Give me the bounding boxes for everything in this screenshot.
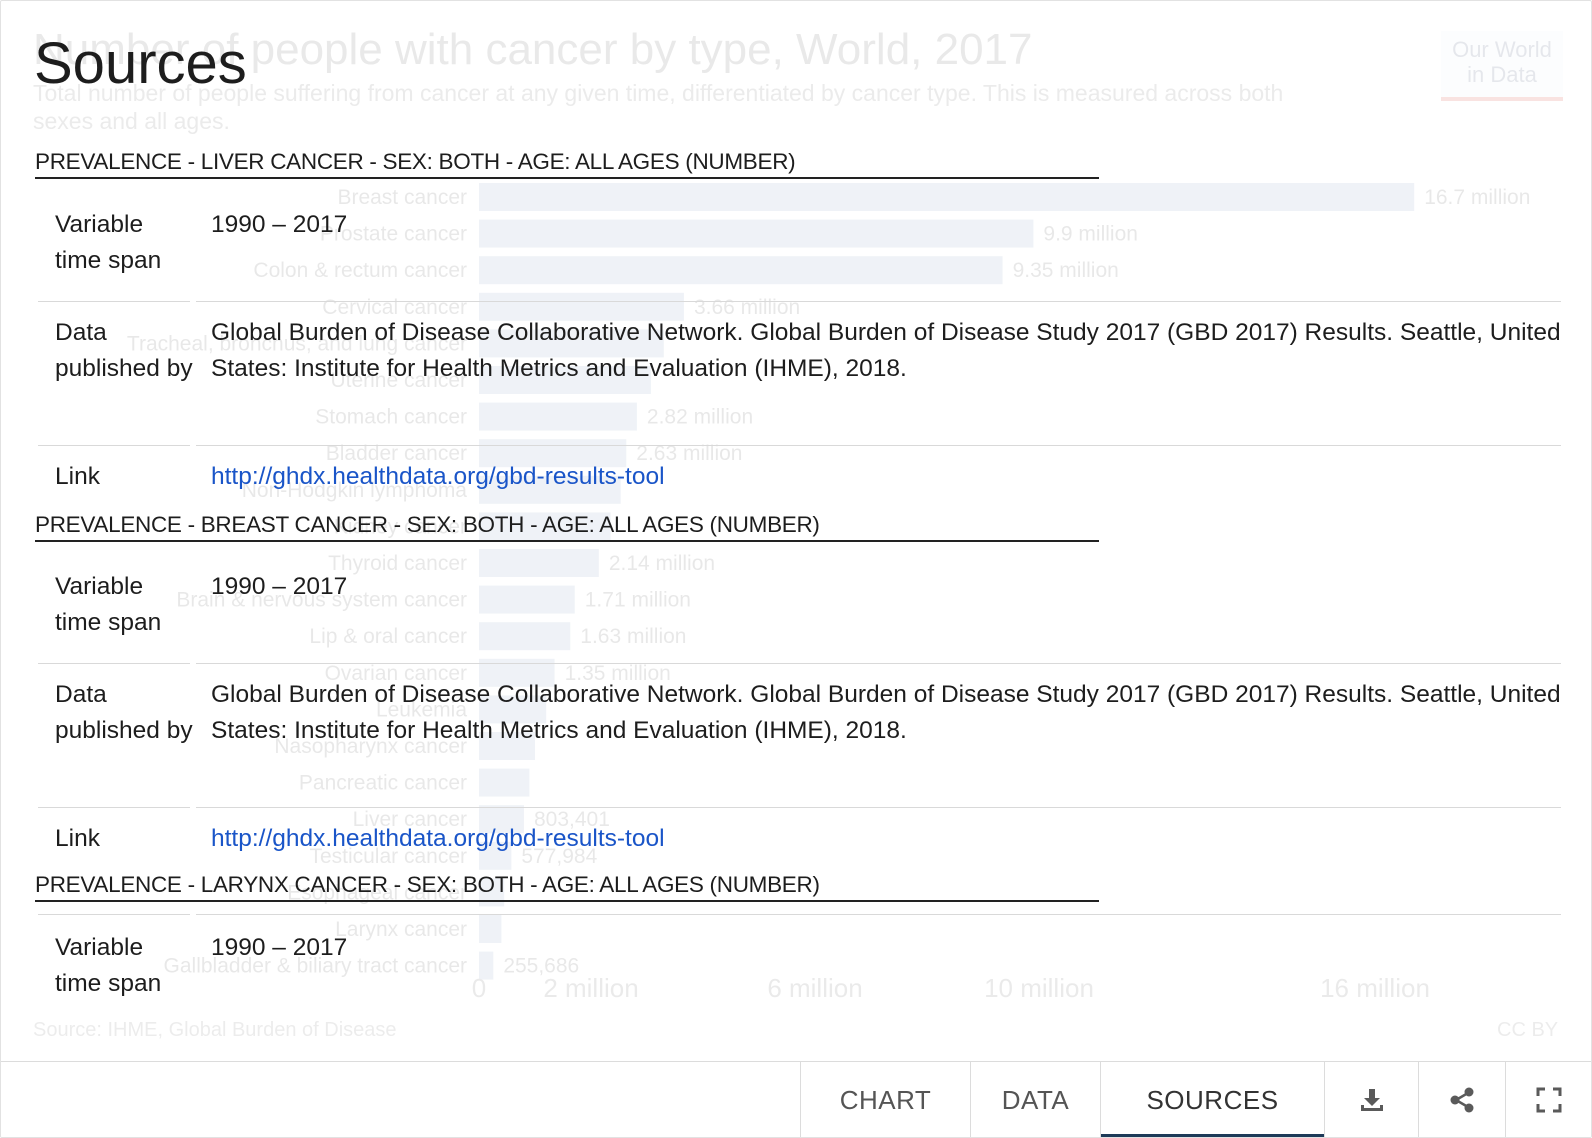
source-title: PREVALENCE - LARYNX CANCER - SEX: BOTH -… bbox=[35, 872, 1099, 902]
download-button[interactable] bbox=[1324, 1062, 1418, 1137]
published-by-value: Global Burden of Disease Collaborative N… bbox=[211, 319, 1561, 382]
tab-sources-label: SOURCES bbox=[1146, 1084, 1279, 1115]
divider bbox=[38, 300, 1561, 304]
published-by-label: Data published by bbox=[55, 681, 193, 744]
tab-sources[interactable]: SOURCES bbox=[1100, 1062, 1324, 1137]
link-label: Link bbox=[55, 825, 100, 852]
divider bbox=[38, 806, 1561, 810]
tab-chart[interactable]: CHART bbox=[800, 1062, 970, 1137]
chart-frame: Number of people with cancer by type, Wo… bbox=[0, 0, 1592, 1138]
source-link[interactable]: http://ghdx.healthdata.org/gbd-results-t… bbox=[211, 825, 665, 852]
share-button[interactable] bbox=[1418, 1062, 1505, 1137]
time-span-value: 1990 – 2017 bbox=[211, 211, 348, 238]
control-bar: CHART DATA SOURCES bbox=[1, 1061, 1591, 1137]
time-span-label: Variable time span bbox=[55, 211, 162, 274]
divider bbox=[38, 913, 1561, 917]
fullscreen-button[interactable] bbox=[1505, 1062, 1591, 1137]
tab-chart-label: CHART bbox=[839, 1084, 932, 1115]
share-icon bbox=[1450, 1087, 1474, 1113]
time-span-value: 1990 – 2017 bbox=[211, 934, 348, 961]
time-span-label: Variable time span bbox=[55, 934, 162, 997]
divider bbox=[38, 444, 1561, 448]
published-by-value: Global Burden of Disease Collaborative N… bbox=[211, 681, 1561, 744]
source-title: PREVALENCE - BREAST CANCER - SEX: BOTH -… bbox=[35, 512, 1099, 542]
source-link[interactable]: http://ghdx.healthdata.org/gbd-results-t… bbox=[211, 463, 665, 490]
tab-data-label: DATA bbox=[1001, 1084, 1070, 1115]
active-tab-indicator bbox=[1101, 1134, 1324, 1137]
source-title: PREVALENCE - LIVER CANCER - SEX: BOTH - … bbox=[35, 149, 1099, 179]
divider bbox=[38, 662, 1561, 666]
link-label: Link bbox=[55, 463, 100, 490]
download-icon bbox=[1360, 1089, 1383, 1111]
fullscreen-icon bbox=[1536, 1087, 1561, 1113]
time-span-label: Variable time span bbox=[55, 573, 162, 636]
sources-panel: Sources PREVALENCE - LIVER CANCER - SEX:… bbox=[1, 1, 1591, 1061]
time-span-value: 1990 – 2017 bbox=[211, 573, 348, 600]
tab-data[interactable]: DATA bbox=[970, 1062, 1100, 1137]
sources-heading: Sources bbox=[34, 31, 247, 96]
published-by-label: Data published by bbox=[55, 319, 193, 382]
